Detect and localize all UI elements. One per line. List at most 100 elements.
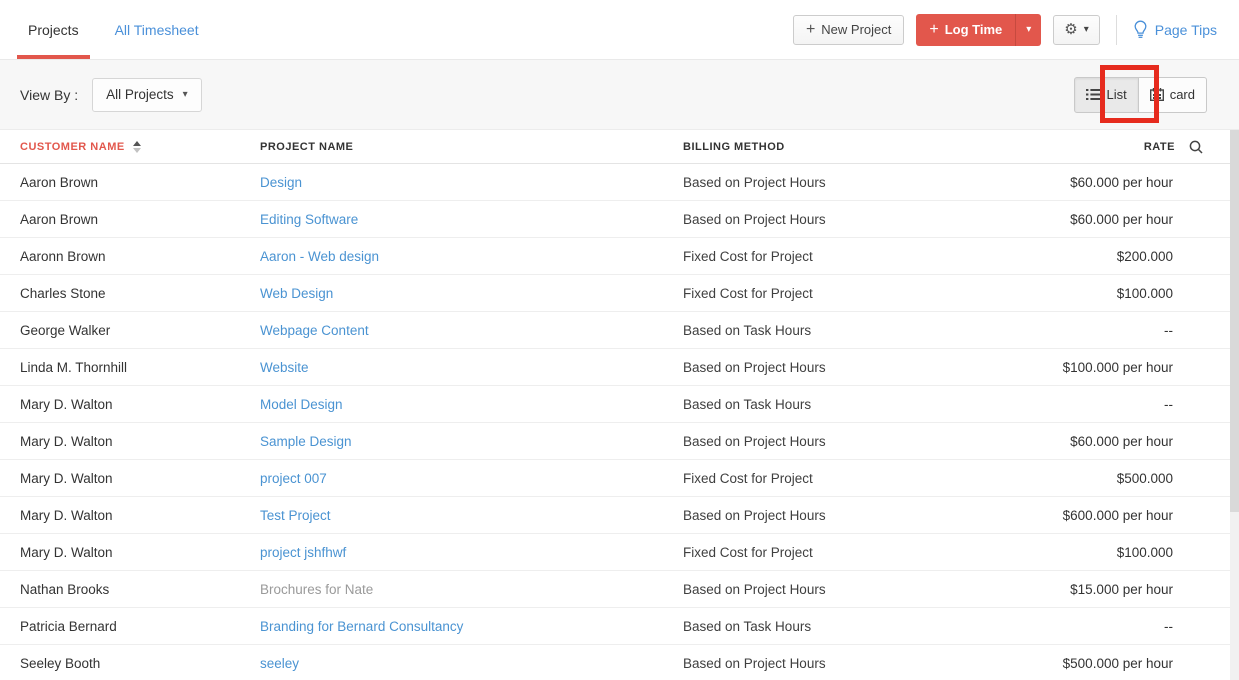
module-tabs: Projects All Timesheet: [0, 0, 199, 59]
table-row[interactable]: Aaronn Brown Aaron - Web design Fixed Co…: [0, 238, 1239, 275]
billing-method-cell: Based on Project Hours: [663, 212, 963, 227]
project-name-cell: Design: [240, 175, 663, 190]
project-name-cell: Webpage Content: [240, 323, 663, 338]
table-row[interactable]: Mary D. Walton Test Project Based on Pro…: [0, 497, 1239, 534]
customer-name-cell: Mary D. Walton: [0, 508, 240, 523]
vertical-scrollbar[interactable]: [1230, 130, 1239, 680]
caret-down-icon: ▾: [183, 89, 188, 100]
rate-cell: $200.000: [963, 249, 1239, 264]
rate-cell: $500.000: [963, 471, 1239, 486]
project-link[interactable]: project 007: [260, 471, 327, 486]
customer-name-cell: Aaron Brown: [0, 175, 240, 190]
project-name-cell: Aaron - Web design: [240, 249, 663, 264]
column-header-project-name[interactable]: PROJECT NAME: [240, 141, 663, 153]
table-row[interactable]: George Walker Webpage Content Based on T…: [0, 312, 1239, 349]
view-toggle-group: List card: [1074, 77, 1207, 113]
list-view-button[interactable]: List: [1074, 77, 1138, 113]
billing-method-cell: Based on Task Hours: [663, 619, 963, 634]
view-by-group: View By : All Projects ▾: [20, 78, 202, 112]
rate-cell: $15.000 per hour: [963, 582, 1239, 597]
project-link[interactable]: Aaron - Web design: [260, 249, 379, 264]
log-time-split-button: + Log Time ▾: [916, 14, 1041, 46]
search-icon[interactable]: [1189, 140, 1203, 154]
filter-toolbar: View By : All Projects ▾ List: [0, 60, 1239, 130]
column-header-customer-name[interactable]: CUSTOMER NAME: [0, 141, 240, 153]
header-divider: [1116, 15, 1117, 45]
project-link[interactable]: seeley: [260, 656, 299, 671]
billing-method-cell: Fixed Cost for Project: [663, 286, 963, 301]
table-row[interactable]: Charles Stone Web Design Fixed Cost for …: [0, 275, 1239, 312]
log-time-label: Log Time: [945, 22, 1003, 37]
billing-method-cell: Based on Project Hours: [663, 360, 963, 375]
rate-cell: $60.000 per hour: [963, 175, 1239, 190]
plus-icon: +: [806, 22, 815, 38]
project-link[interactable]: Website: [260, 360, 309, 375]
scrollbar-thumb[interactable]: [1230, 130, 1239, 512]
card-view-button[interactable]: card: [1139, 77, 1207, 113]
log-time-button[interactable]: + Log Time: [916, 14, 1015, 46]
tab-all-timesheet[interactable]: All Timesheet: [115, 0, 199, 59]
project-link[interactable]: Design: [260, 175, 302, 190]
calendar-icon: [1150, 88, 1164, 101]
lightbulb-icon: [1133, 20, 1148, 39]
billing-method-cell: Based on Project Hours: [663, 508, 963, 523]
rate-cell: --: [963, 323, 1239, 338]
project-name-cell: Model Design: [240, 397, 663, 412]
project-link[interactable]: Webpage Content: [260, 323, 369, 338]
tab-projects[interactable]: Projects: [20, 0, 87, 59]
settings-button[interactable]: ⚙ ▾: [1053, 15, 1099, 45]
project-link[interactable]: Test Project: [260, 508, 331, 523]
project-link[interactable]: Editing Software: [260, 212, 358, 227]
table-header-row: CUSTOMER NAME PROJECT NAME BILLING METHO…: [0, 130, 1239, 164]
table-row[interactable]: Mary D. Walton Model Design Based on Tas…: [0, 386, 1239, 423]
table-row[interactable]: Mary D. Walton Sample Design Based on Pr…: [0, 423, 1239, 460]
customer-name-cell: Mary D. Walton: [0, 471, 240, 486]
column-header-billing-method[interactable]: BILLING METHOD: [663, 141, 963, 153]
list-icon: [1086, 89, 1100, 100]
billing-method-cell: Based on Task Hours: [663, 397, 963, 412]
table-row[interactable]: Linda M. Thornhill Website Based on Proj…: [0, 349, 1239, 386]
project-link[interactable]: Model Design: [260, 397, 343, 412]
customer-name-cell: Mary D. Walton: [0, 397, 240, 412]
new-project-label: New Project: [821, 22, 891, 37]
column-header-rate[interactable]: RATE: [963, 140, 1239, 154]
table-row[interactable]: Mary D. Walton project jshfhwf Fixed Cos…: [0, 534, 1239, 571]
rate-cell: $60.000 per hour: [963, 212, 1239, 227]
project-link[interactable]: project jshfhwf: [260, 545, 346, 560]
rate-cell: $100.000 per hour: [963, 360, 1239, 375]
project-link[interactable]: Web Design: [260, 286, 333, 301]
page-tips-link[interactable]: Page Tips: [1133, 20, 1217, 39]
customer-name-cell: Nathan Brooks: [0, 582, 240, 597]
table-row[interactable]: Seeley Booth seeley Based on Project Hou…: [0, 645, 1239, 680]
rate-cell: $60.000 per hour: [963, 434, 1239, 449]
customer-name-header-label: CUSTOMER NAME: [20, 141, 125, 153]
rate-cell: $100.000: [963, 286, 1239, 301]
active-tab-underline: [17, 55, 90, 59]
project-link[interactable]: Branding for Bernard Consultancy: [260, 619, 463, 634]
project-link[interactable]: Brochures for Nate: [260, 582, 373, 597]
table-row[interactable]: Aaron Brown Design Based on Project Hour…: [0, 164, 1239, 201]
project-name-cell: Brochures for Nate: [240, 582, 663, 597]
gear-icon: ⚙: [1064, 22, 1077, 37]
card-view-label: card: [1170, 87, 1195, 102]
new-project-button[interactable]: + New Project: [793, 15, 904, 45]
plus-icon: +: [929, 22, 938, 38]
view-by-dropdown[interactable]: All Projects ▾: [92, 78, 202, 112]
project-name-cell: Web Design: [240, 286, 663, 301]
view-by-value: All Projects: [106, 87, 174, 102]
table-row[interactable]: Mary D. Walton project 007 Fixed Cost fo…: [0, 460, 1239, 497]
customer-name-cell: Mary D. Walton: [0, 434, 240, 449]
rate-header-label: RATE: [1144, 141, 1175, 153]
customer-name-cell: Mary D. Walton: [0, 545, 240, 560]
project-name-cell: project jshfhwf: [240, 545, 663, 560]
customer-name-cell: Linda M. Thornhill: [0, 360, 240, 375]
caret-down-icon: ▾: [1026, 24, 1031, 35]
project-link[interactable]: Sample Design: [260, 434, 352, 449]
table-row[interactable]: Patricia Bernard Branding for Bernard Co…: [0, 608, 1239, 645]
table-row[interactable]: Nathan Brooks Brochures for Nate Based o…: [0, 571, 1239, 608]
rate-cell: --: [963, 619, 1239, 634]
table-row[interactable]: Aaron Brown Editing Software Based on Pr…: [0, 201, 1239, 238]
log-time-dropdown-button[interactable]: ▾: [1015, 14, 1041, 46]
page-tips-label: Page Tips: [1155, 22, 1217, 38]
project-name-header-label: PROJECT NAME: [260, 141, 353, 153]
